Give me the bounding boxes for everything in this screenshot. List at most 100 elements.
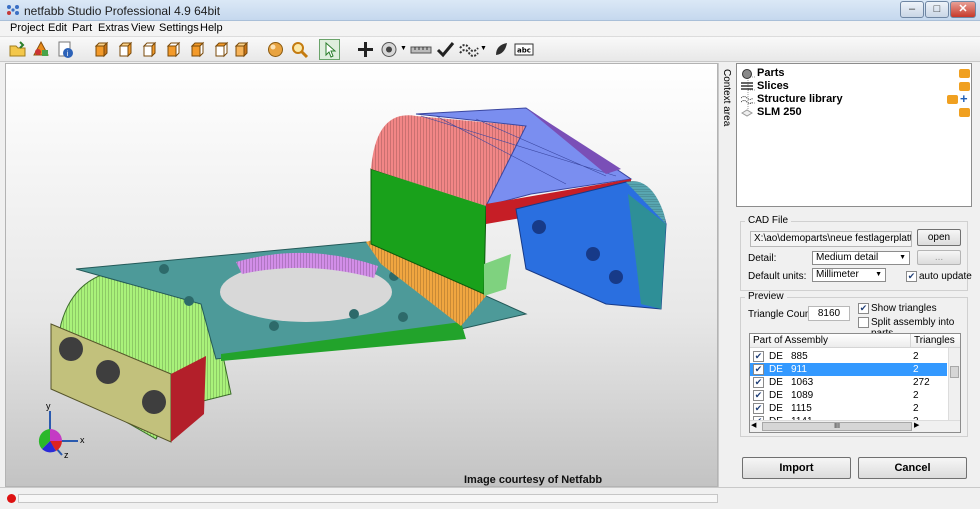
table-row[interactable]: ✔ DE 1115 2 bbox=[750, 402, 947, 415]
image-courtesy-label: Image courtesy of Netfabb bbox=[464, 474, 603, 486]
tree-item-slices[interactable]: Slices bbox=[741, 80, 789, 93]
default-units-label: Default units: bbox=[748, 271, 807, 282]
axis-y-label: y bbox=[46, 401, 51, 411]
table-row[interactable]: ✔ DE 885 2 bbox=[750, 350, 947, 363]
menu-bar: Project Edit Part Extras View Settings H… bbox=[0, 21, 980, 37]
view-right-icon[interactable] bbox=[164, 40, 183, 59]
structure-plus-icon[interactable]: + bbox=[960, 91, 968, 106]
view-bottom-icon[interactable] bbox=[212, 40, 231, 59]
cad-file-path-field[interactable]: X:\ao\demoparts\neue festlagerplatte 2.0… bbox=[750, 231, 912, 247]
slices-add-icon[interactable] bbox=[959, 82, 970, 91]
view-isometric-icon[interactable] bbox=[232, 40, 251, 59]
view-back-icon[interactable] bbox=[116, 40, 135, 59]
view-left-icon[interactable] bbox=[140, 40, 159, 59]
auto-update-checkbox[interactable]: ✔ bbox=[906, 271, 917, 282]
units-select[interactable]: Millimeter bbox=[812, 268, 886, 282]
vertical-scroll-thumb[interactable] bbox=[950, 366, 959, 378]
minimize-button[interactable]: – bbox=[900, 1, 924, 18]
open-button[interactable]: open bbox=[917, 229, 961, 246]
parts-add-icon[interactable] bbox=[959, 69, 970, 78]
browse-button[interactable]: ... bbox=[917, 250, 961, 265]
row-checkbox[interactable]: ✔ bbox=[753, 390, 764, 401]
tree-item-parts[interactable]: Parts bbox=[742, 67, 785, 80]
horizontal-scroll-thumb[interactable]: III bbox=[762, 422, 912, 431]
scroll-right-icon[interactable]: ▶ bbox=[914, 421, 919, 429]
detail-label: Detail: bbox=[748, 253, 777, 264]
column-triangles[interactable]: Triangles bbox=[910, 334, 960, 348]
menu-edit[interactable]: Edit bbox=[48, 22, 67, 34]
svg-text:abc: abc bbox=[517, 47, 531, 55]
structure-dropdown-icon[interactable]: ▼ bbox=[480, 45, 487, 52]
row-checkbox[interactable]: ✔ bbox=[753, 403, 764, 414]
row-type: DE bbox=[769, 377, 783, 388]
row-type: DE bbox=[769, 351, 783, 362]
tree-item-label: Parts bbox=[757, 67, 785, 79]
maximize-button[interactable]: □ bbox=[925, 1, 949, 18]
table-row[interactable]: ✔ DE 1089 2 bbox=[750, 389, 947, 402]
row-checkbox[interactable]: ✔ bbox=[753, 364, 764, 375]
column-part-of-assembly[interactable]: Part of Assembly bbox=[750, 334, 910, 348]
move-icon[interactable] bbox=[356, 40, 375, 59]
row-id: 885 bbox=[791, 351, 808, 362]
machine-add-icon[interactable] bbox=[959, 108, 970, 117]
menu-extras[interactable]: Extras bbox=[98, 22, 129, 34]
view-top-icon[interactable] bbox=[188, 40, 207, 59]
view-front-icon[interactable] bbox=[92, 40, 111, 59]
toolbar: i ▼ ▼ abc bbox=[0, 37, 980, 62]
open-project-icon[interactable] bbox=[8, 40, 27, 59]
menu-help[interactable]: Help bbox=[200, 22, 223, 34]
text-label-icon[interactable]: abc bbox=[514, 40, 534, 59]
row-triangles: 272 bbox=[913, 377, 930, 388]
assembly-table: Part of Assembly Triangles ✔ DE 885 2 ✔ … bbox=[749, 333, 961, 433]
status-indicator-icon bbox=[7, 494, 16, 503]
tree-item-label: SLM 250 bbox=[757, 106, 802, 118]
detail-select[interactable]: Medium detail bbox=[812, 251, 910, 265]
menu-part[interactable]: Part bbox=[72, 22, 92, 34]
table-horizontal-scrollbar[interactable]: ◀ III ▶ bbox=[750, 420, 960, 432]
close-button[interactable]: ✕ bbox=[950, 1, 976, 18]
row-checkbox[interactable]: ✔ bbox=[753, 377, 764, 388]
cad-file-group-label: CAD File bbox=[745, 215, 792, 226]
machine-icon bbox=[741, 109, 753, 117]
repair-dropdown-icon[interactable]: ▼ bbox=[400, 45, 407, 52]
axis-z-label: z bbox=[64, 450, 69, 460]
window-title: netfabb Studio Professional 4.9 64bit bbox=[24, 4, 221, 18]
scroll-left-icon[interactable]: ◀ bbox=[751, 421, 756, 429]
part-model[interactable] bbox=[6, 64, 718, 487]
repair-icon[interactable] bbox=[380, 40, 399, 59]
preview-group-label: Preview bbox=[745, 291, 787, 302]
tree-item-slm-250[interactable]: SLM 250 bbox=[741, 106, 802, 119]
split-assembly-checkbox[interactable]: ✔ bbox=[858, 317, 869, 328]
part-info-icon[interactable]: i bbox=[56, 40, 75, 59]
menu-project[interactable]: Project bbox=[10, 22, 44, 34]
status-bar bbox=[0, 487, 980, 509]
shading-icon[interactable] bbox=[266, 40, 285, 59]
row-checkbox[interactable]: ✔ bbox=[753, 351, 764, 362]
structure-add-icon[interactable] bbox=[947, 95, 958, 104]
row-id: 1089 bbox=[791, 390, 814, 401]
row-type: DE bbox=[769, 390, 783, 401]
tree-item-structure-library[interactable]: Structure library bbox=[741, 93, 843, 106]
add-part-icon[interactable] bbox=[32, 40, 51, 59]
menu-settings[interactable]: Settings bbox=[159, 22, 199, 34]
zoom-icon[interactable] bbox=[290, 40, 309, 59]
check-icon[interactable] bbox=[436, 40, 455, 59]
context-area-tab[interactable]: Context area bbox=[718, 63, 734, 487]
import-button[interactable]: Import bbox=[742, 457, 851, 479]
tree-item-label: Structure library bbox=[757, 93, 843, 105]
menu-view[interactable]: View bbox=[131, 22, 155, 34]
row-type: DE bbox=[769, 364, 783, 375]
table-row[interactable]: ✔ DE 1063 272 bbox=[750, 376, 947, 389]
table-row-selected[interactable]: ✔ DE 911 2 bbox=[750, 363, 947, 376]
measure-icon[interactable] bbox=[410, 40, 432, 59]
table-vertical-scrollbar[interactable] bbox=[948, 348, 960, 421]
cancel-button[interactable]: Cancel bbox=[858, 457, 967, 479]
select-tool-icon[interactable] bbox=[319, 39, 340, 60]
row-triangles: 2 bbox=[913, 403, 919, 414]
axis-x-label: x bbox=[80, 435, 85, 445]
show-triangles-checkbox[interactable]: ✔ bbox=[858, 303, 869, 314]
3d-viewport[interactable]: y x z Image courtesy of Netfabb bbox=[5, 63, 718, 487]
title-bar: netfabb Studio Professional 4.9 64bit – … bbox=[0, 0, 980, 21]
structure-icon[interactable] bbox=[458, 40, 480, 59]
paint-icon[interactable] bbox=[492, 40, 511, 59]
